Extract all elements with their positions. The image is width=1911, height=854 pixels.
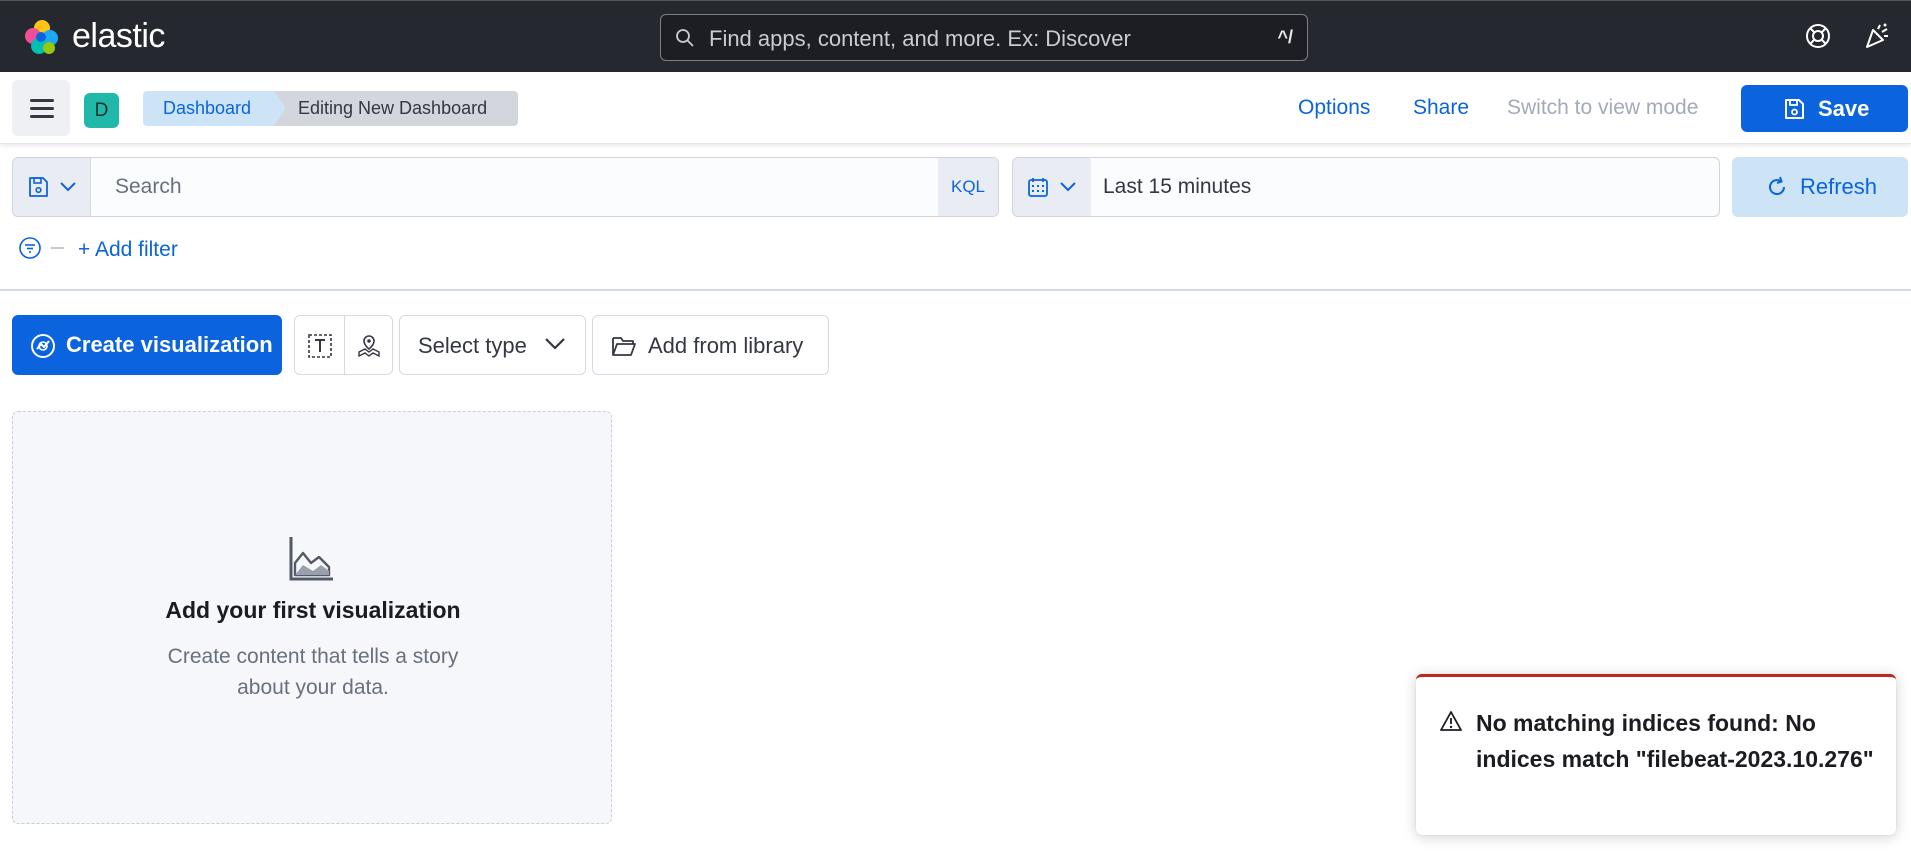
save-button[interactable]: Save [1741, 85, 1908, 132]
newsfeed-icon[interactable] [1862, 21, 1892, 51]
area-chart-icon [289, 537, 333, 581]
time-range-display[interactable]: Last 15 minutes [1103, 175, 1251, 199]
select-type-label: Select type [418, 333, 527, 358]
folder-icon [612, 337, 636, 356]
chevron-down-icon [545, 338, 565, 350]
share-button[interactable]: Share [1413, 96, 1469, 120]
elastic-wordmark[interactable]: elastic [72, 17, 165, 56]
add-from-library-button[interactable]: Add from library [592, 315, 829, 375]
quick-select-button[interactable] [1013, 158, 1091, 216]
search-icon [676, 29, 694, 47]
save-label: Save [1818, 96, 1870, 121]
breadcrumb-current: Editing New Dashboard [274, 91, 518, 126]
global-header: elastic Find apps, content, and more. Ex… [0, 0, 1911, 72]
keyboard-shortcut-hint: ^/ [1277, 27, 1293, 47]
refresh-icon [1769, 176, 1786, 196]
breadcrumb-dashboard[interactable]: Dashboard [143, 91, 289, 126]
warning-icon [1440, 711, 1462, 731]
create-visualization-label: Create visualization [66, 332, 273, 357]
toast-message: No matching indices found: No indices ma… [1476, 710, 1874, 772]
date-picker: Last 15 minutes [1012, 157, 1720, 217]
query-bar: KQL [12, 157, 999, 217]
save-icon [29, 177, 48, 197]
space-avatar[interactable]: D [84, 93, 119, 128]
add-filter-button[interactable]: + Add filter [78, 238, 178, 262]
quick-add-buttons [294, 315, 393, 375]
global-search-input[interactable]: Find apps, content, and more. Ex: Discov… [660, 14, 1308, 61]
options-button[interactable]: Options [1298, 96, 1370, 120]
search-input[interactable] [91, 158, 949, 216]
visualize-app-icon [31, 334, 55, 358]
calendar-icon [1028, 178, 1048, 197]
query-language-button[interactable]: KQL [938, 158, 998, 216]
empty-state-description: Create content that tells a story about … [167, 645, 459, 699]
add-from-library-label: Add from library [648, 333, 804, 358]
maps-icon[interactable] [356, 333, 382, 359]
text-panel-icon[interactable] [307, 333, 333, 359]
hamburger-icon [30, 99, 54, 102]
empty-dashboard-panel: Add your first visualization Create cont… [12, 411, 612, 824]
help-icon[interactable] [1803, 21, 1833, 51]
chevron-down-icon [60, 182, 76, 192]
saved-query-menu-button[interactable] [13, 158, 91, 216]
divider [0, 289, 1911, 291]
save-icon [1785, 99, 1804, 119]
filter-separator [51, 247, 64, 249]
refresh-label: Refresh [1800, 174, 1878, 199]
error-toast[interactable]: No matching indices found: No indices ma… [1416, 674, 1896, 835]
refresh-button[interactable]: Refresh [1732, 157, 1908, 217]
empty-state-title: Add your first visualization [165, 597, 461, 623]
switch-view-mode-button[interactable]: Switch to view mode [1507, 96, 1698, 120]
elastic-logo-icon[interactable] [22, 18, 60, 56]
filter-icon[interactable] [18, 236, 42, 260]
global-search-placeholder: Find apps, content, and more. Ex: Discov… [709, 26, 1131, 51]
create-visualization-button[interactable]: Create visualization [12, 315, 282, 375]
menu-toggle-button[interactable] [12, 80, 70, 136]
chevron-down-icon [1060, 182, 1076, 192]
select-type-dropdown[interactable]: Select type [399, 315, 586, 375]
app-header: D Dashboard Editing New Dashboard Option… [0, 72, 1911, 144]
